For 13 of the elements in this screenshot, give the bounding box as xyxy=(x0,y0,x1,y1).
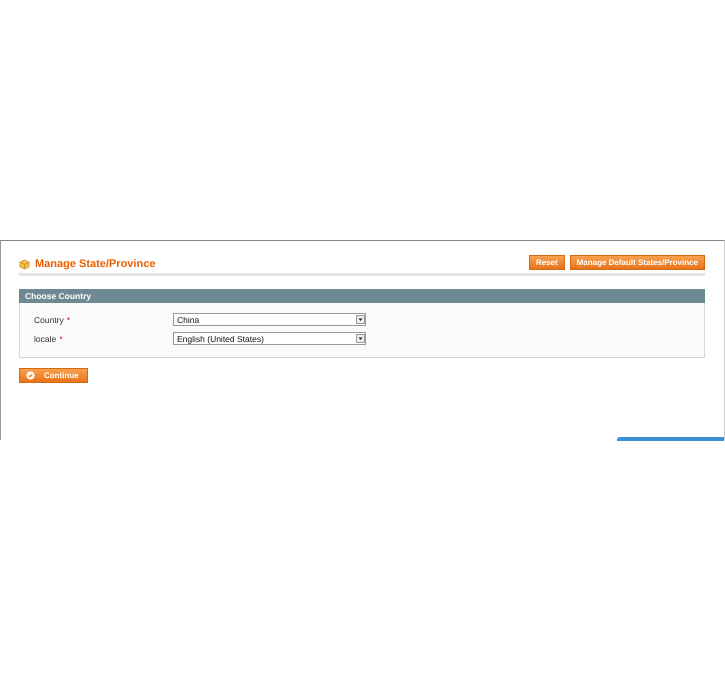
box-icon xyxy=(19,258,30,270)
required-mark: * xyxy=(59,334,63,344)
action-button[interactable]: Reset xyxy=(528,255,565,270)
section-header: Choose Country xyxy=(19,289,705,303)
field-label: locale xyxy=(34,334,56,344)
required-mark: * xyxy=(66,314,70,324)
select-field[interactable]: English (United States) xyxy=(173,332,366,345)
page-title: Manage State/Province xyxy=(35,258,156,270)
continue-button[interactable]: Continue xyxy=(19,368,88,383)
check-icon xyxy=(26,371,35,380)
field-label: Country xyxy=(34,314,64,324)
select-field[interactable]: China xyxy=(173,313,366,326)
action-button[interactable]: Manage Default States/Province xyxy=(570,255,705,270)
